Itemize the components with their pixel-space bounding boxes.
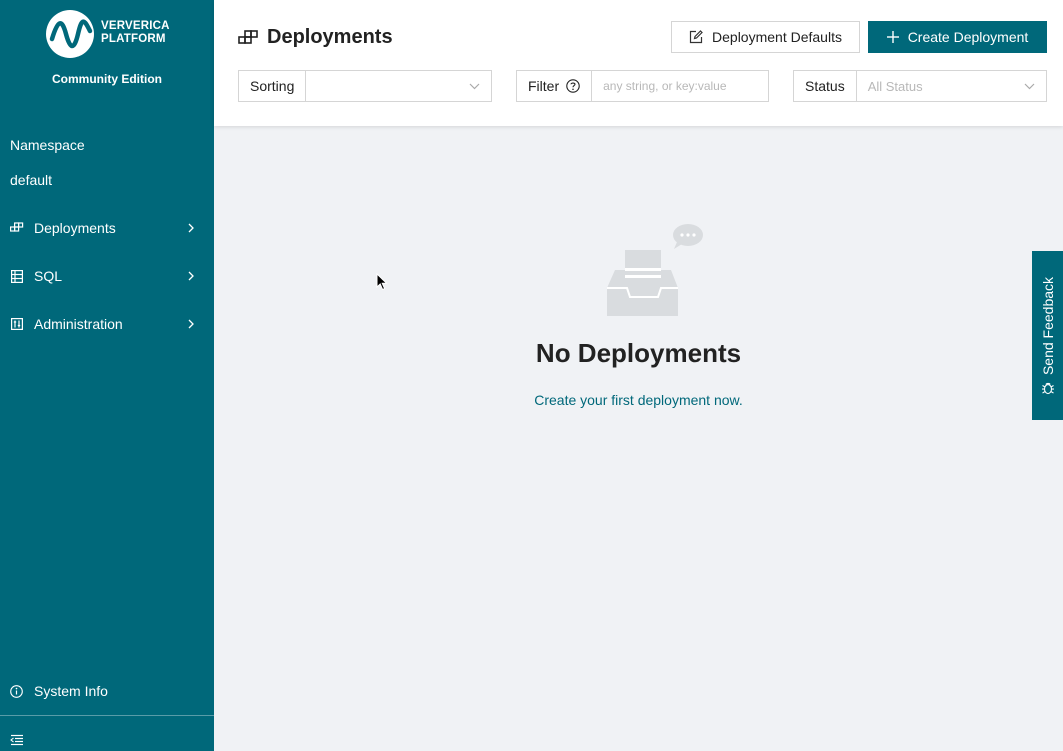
status-placeholder: All Status: [867, 78, 923, 94]
edit-icon: [689, 30, 703, 44]
info-icon: [10, 684, 24, 698]
filter-input-wrapper: [592, 71, 768, 101]
page-title: Deployments: [267, 26, 393, 48]
status-filter: Status All Status: [793, 70, 1047, 102]
bug-icon: [1041, 382, 1054, 394]
plus-icon: [886, 31, 899, 43]
ververica-logo-icon: [46, 10, 94, 58]
page-header: Deployments Deployment Defaults Create D…: [214, 0, 1063, 126]
chevron-down-icon: [469, 83, 480, 89]
chevron-down-icon: [1024, 83, 1035, 89]
edition-label: Community Edition: [52, 72, 162, 86]
filter-label-text: Filter: [528, 78, 560, 94]
administration-icon: [10, 317, 24, 331]
sorting-select[interactable]: [306, 71, 491, 101]
namespace-label: Namespace: [10, 137, 85, 153]
deployment-defaults-label: Deployment Defaults: [712, 29, 842, 45]
brand-line-1: VERVERICA: [101, 20, 170, 32]
sidebar-divider: [0, 715, 214, 716]
sidebar-item-label: SQL: [34, 268, 63, 284]
collapse-menu-icon[interactable]: [10, 733, 24, 747]
system-info-link[interactable]: System Info: [0, 678, 214, 704]
brand-name: VERVERICA PLATFORM: [101, 20, 170, 46]
deployments-icon: [10, 221, 24, 235]
filter-input[interactable]: [603, 79, 757, 93]
system-info-label: System Info: [34, 683, 108, 699]
status-label: Status: [794, 71, 857, 101]
create-deployment-label: Create Deployment: [907, 29, 1029, 45]
sidebar-item-label: Administration: [34, 316, 123, 332]
mouse-cursor-icon: [376, 273, 388, 291]
send-feedback-content: Send Feedback: [1040, 276, 1056, 394]
sidebar-item-sql[interactable]: SQL: [0, 256, 214, 296]
help-icon[interactable]: [566, 79, 580, 93]
send-feedback-label: Send Feedback: [1039, 276, 1056, 375]
empty-state-title: No Deployments: [535, 338, 742, 368]
text-filter: Filter: [516, 70, 769, 102]
create-deployment-button[interactable]: Create Deployment: [868, 21, 1047, 53]
chevron-right-icon: [184, 223, 198, 233]
empty-inbox-icon: [607, 224, 703, 316]
sidebar-item-label: Deployments: [34, 220, 116, 236]
deployment-defaults-button[interactable]: Deployment Defaults: [671, 21, 860, 53]
deployments-icon: [238, 30, 258, 44]
sorting-filter: Sorting: [238, 70, 492, 102]
create-first-deployment-link[interactable]: Create your first deployment now.: [214, 392, 1063, 408]
sorting-label: Sorting: [239, 71, 307, 101]
filter-label: Filter: [517, 71, 593, 101]
sidebar-item-administration[interactable]: Administration: [0, 304, 214, 344]
sidebar-item-deployments[interactable]: Deployments: [0, 208, 214, 248]
sidebar: VERVERICA PLATFORM Community Edition Nam…: [0, 0, 214, 751]
brand-line-2: PLATFORM: [101, 33, 166, 45]
namespace-selector[interactable]: default: [10, 172, 52, 188]
chevron-right-icon: [184, 271, 198, 281]
status-select[interactable]: All Status: [857, 71, 1046, 101]
send-feedback-tab[interactable]: Send Feedback: [1032, 251, 1063, 420]
chevron-right-icon: [184, 319, 198, 329]
sql-icon: [10, 269, 24, 283]
